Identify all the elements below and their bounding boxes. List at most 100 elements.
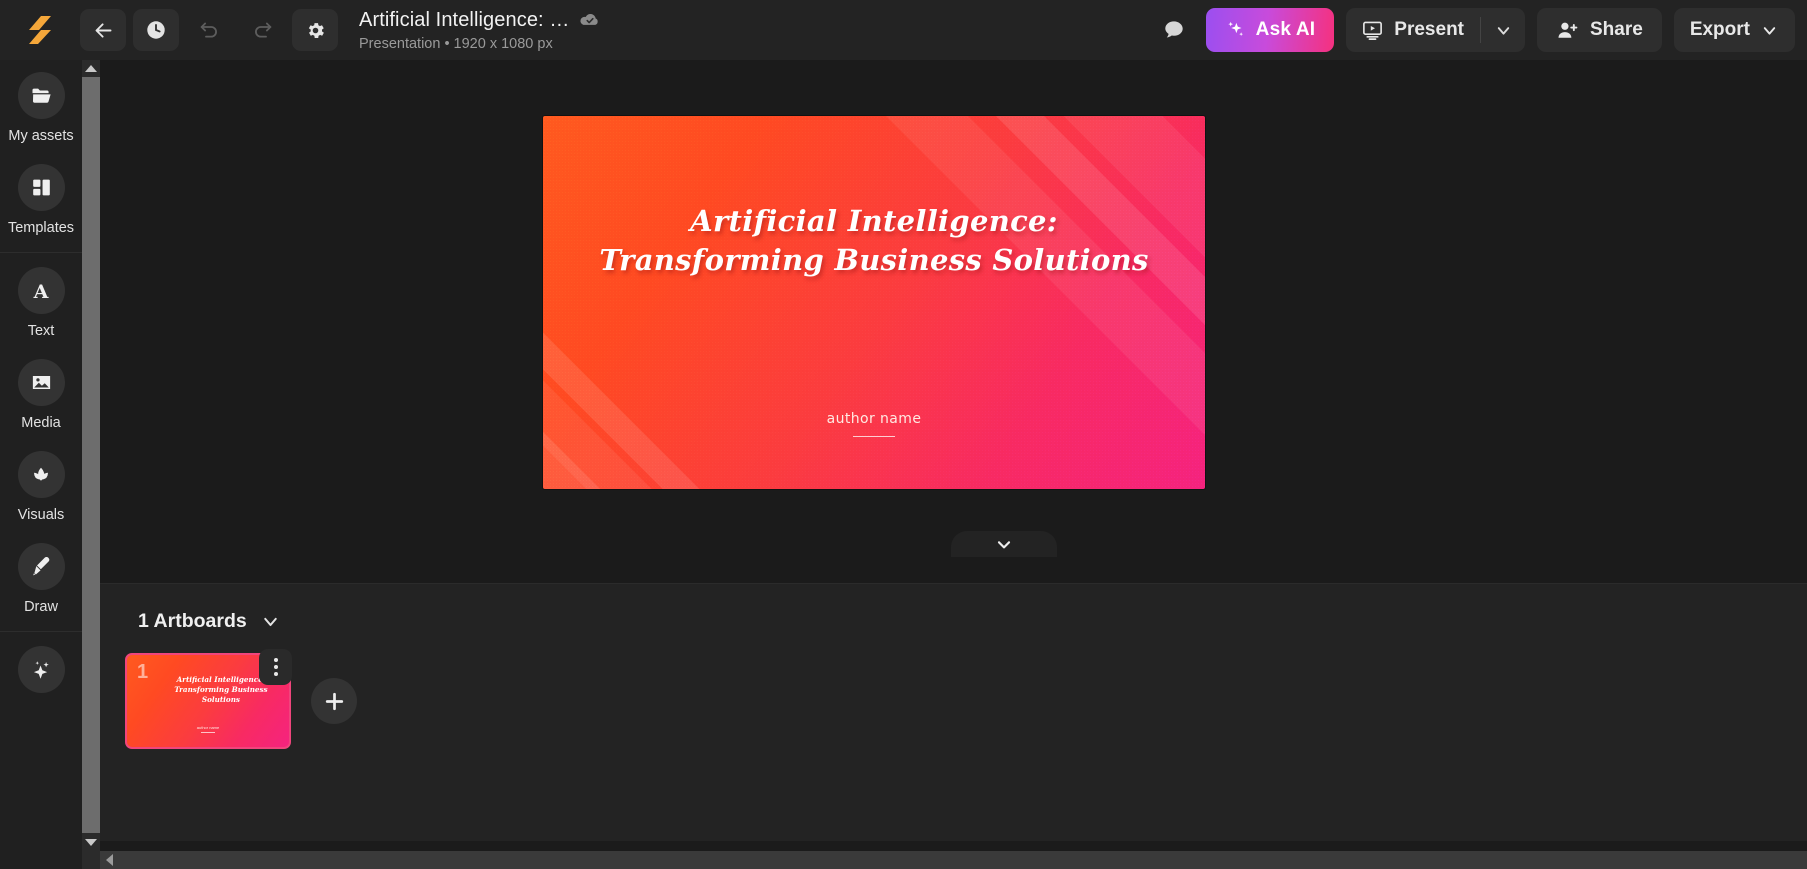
sidebar-item-media[interactable]: Media — [0, 347, 82, 439]
artboards-count-label: 1 Artboards — [138, 610, 247, 632]
share-button[interactable]: Share — [1537, 8, 1662, 52]
triangle-left-icon — [105, 854, 113, 866]
app-logo[interactable] — [0, 0, 80, 60]
sidebar-item-label: Templates — [7, 220, 75, 236]
artboard-thumb-author-text: author name — [196, 724, 220, 730]
thumb-author-underline — [201, 731, 215, 733]
document-title[interactable]: Artificial Intelligence: … — [359, 9, 569, 32]
chevron-down-icon[interactable] — [260, 611, 281, 632]
toolbar-history-group — [80, 9, 345, 51]
sidebar-item-draw[interactable]: Draw — [0, 531, 82, 623]
pen-icon — [17, 543, 65, 590]
app-root: Artificial Intelligence: … Presentation … — [0, 0, 1807, 869]
horizontal-scrollbar[interactable] — [100, 851, 1807, 869]
slide-artboard[interactable]: Artificial Intelligence: Transforming Bu… — [543, 116, 1205, 489]
picture-icon — [32, 375, 50, 390]
dot — [273, 672, 278, 676]
chevron-down-glyph — [263, 617, 277, 627]
artboard-thumb-author: author name — [127, 725, 289, 733]
undo-button[interactable] — [186, 9, 232, 51]
artboard-options-button[interactable] — [259, 649, 292, 685]
present-button[interactable]: Present — [1346, 8, 1480, 52]
ask-ai-label: Ask AI — [1255, 19, 1316, 40]
collapse-artboards-panel-button[interactable] — [950, 531, 1057, 557]
scroll-left-button[interactable] — [100, 851, 118, 869]
sidebar-item-my-assets[interactable]: My assets — [0, 60, 82, 152]
back-button[interactable] — [80, 9, 126, 51]
redo-icon — [254, 22, 271, 38]
document-subtitle: Presentation • 1920 x 1080 px — [359, 35, 553, 52]
chevron-down-icon — [1763, 26, 1776, 35]
left-sidebar: My assets Templates A Text Media Visuals… — [0, 60, 82, 869]
present-label: Present — [1394, 19, 1464, 40]
sparkles-icon — [1227, 21, 1243, 36]
fountain-pen-icon — [32, 556, 49, 576]
export-button[interactable]: Export — [1673, 8, 1795, 52]
folder-open-icon — [31, 88, 51, 103]
cloud-check-icon — [580, 13, 599, 25]
sidebar-divider — [0, 252, 82, 253]
sidebar-vertical-scrollbar[interactable] — [82, 60, 100, 869]
present-group: Present — [1346, 8, 1525, 52]
artboards-header[interactable]: 1 Artboards — [100, 584, 1807, 633]
letter-a-icon: A — [17, 267, 65, 314]
panel-collapse-wrap — [200, 531, 1807, 557]
top-toolbar: Artificial Intelligence: … Presentation … — [0, 0, 1807, 60]
svg-text:A: A — [33, 281, 49, 303]
presentation-screen-icon — [1363, 21, 1383, 40]
slide-author-text: author name — [826, 410, 922, 427]
triangle-down-icon — [85, 838, 97, 846]
undo-icon — [200, 22, 217, 38]
layout-grid-icon — [32, 179, 50, 196]
folder-icon — [17, 72, 65, 119]
sidebar-item-label: Draw — [24, 599, 58, 615]
scroll-up-button[interactable] — [82, 60, 100, 77]
sparkles-icon — [17, 646, 65, 693]
author-underline — [853, 435, 895, 437]
sidebar-item-label: Text — [27, 323, 55, 339]
add-person-icon — [1558, 22, 1578, 38]
version-history-button[interactable] — [133, 9, 179, 51]
simplified-logo-icon — [29, 16, 51, 44]
present-dropdown-button[interactable] — [1481, 8, 1525, 52]
redo-button[interactable] — [239, 9, 285, 51]
dot — [273, 665, 278, 669]
comments-button[interactable] — [1152, 8, 1196, 52]
flower-petal-icon — [34, 467, 48, 481]
editor-canvas[interactable]: Artificial Intelligence: Transforming Bu… — [100, 60, 1807, 557]
document-meta: Artificial Intelligence: … Presentation … — [359, 9, 600, 52]
slide-title[interactable]: Artificial Intelligence: Transforming Bu… — [596, 202, 1152, 280]
image-icon — [17, 359, 65, 406]
export-label: Export — [1689, 19, 1750, 40]
sidebar-item-text[interactable]: A Text — [0, 255, 82, 347]
triangle-up-icon — [85, 65, 97, 72]
sidebar-item-label: Media — [21, 415, 61, 431]
ask-ai-button[interactable]: Ask AI — [1205, 8, 1335, 52]
comment-bubble-icon — [1164, 21, 1183, 38]
chevron-down-icon — [1497, 26, 1509, 35]
sidebar-item-ai[interactable] — [0, 634, 82, 710]
sidebar-item-visuals[interactable]: Visuals — [0, 439, 82, 531]
add-artboard-button[interactable] — [311, 678, 357, 724]
sidebar-item-label: Visuals — [17, 507, 65, 523]
sidebar-item-label: My assets — [8, 128, 74, 144]
grid-layout-icon — [17, 164, 65, 211]
sidebar-divider-bottom — [0, 631, 82, 632]
sidebar-item-templates[interactable]: Templates — [0, 152, 82, 244]
text-a-icon: A — [33, 281, 49, 303]
toolbar-actions: Ask AI Present Share Export — [1152, 0, 1807, 60]
settings-button[interactable] — [292, 9, 338, 51]
artboards-panel: 1 Artboards 1 Artificial Intelligence: T… — [100, 583, 1807, 841]
lotus-icon — [17, 451, 65, 498]
gear-icon — [308, 22, 324, 38]
magic-sparkles-icon — [33, 661, 49, 679]
share-label: Share — [1590, 19, 1643, 40]
scroll-down-button[interactable] — [82, 833, 100, 851]
back-arrow-icon — [95, 22, 111, 38]
clock-icon — [147, 21, 165, 39]
plus-icon — [325, 692, 343, 710]
document-title-row: Artificial Intelligence: … — [359, 9, 600, 32]
cloud-saved-icon — [579, 12, 600, 28]
vertical-scrollbar-thumb[interactable] — [82, 77, 100, 839]
slide-author[interactable]: author name — [543, 411, 1205, 437]
